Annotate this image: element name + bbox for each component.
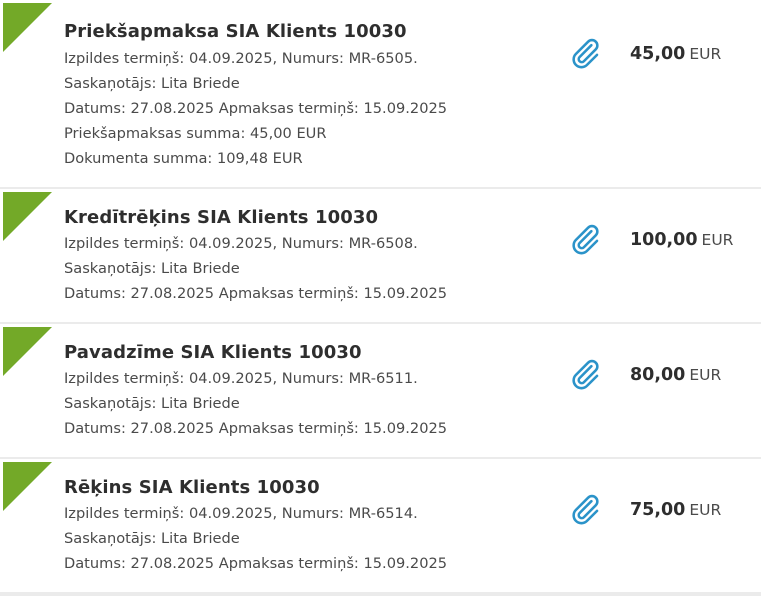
document-amount: 80,00 EUR <box>630 365 721 385</box>
paperclip-icon[interactable] <box>568 492 602 526</box>
paperclip-glyph <box>572 224 599 255</box>
status-corner-marker <box>3 192 52 241</box>
paperclip-glyph <box>572 494 599 525</box>
amount-value: 100,00 <box>630 230 698 250</box>
amount-value: 80,00 <box>630 365 686 385</box>
document-title[interactable]: Kredītrēķins SIA Klients 10030 <box>64 207 378 228</box>
document-amount: 45,00 EUR <box>630 44 721 64</box>
document-detail-approver: Saskaņotājs: Lita Briede <box>64 260 240 277</box>
document-detail-dates: Datums: 27.08.2025 Apmaksas termiņš: 15.… <box>64 100 448 117</box>
paperclip-icon[interactable] <box>568 357 602 391</box>
document-detail-prepayment-sum: Priekšapmaksas summa: 45,00 EUR <box>64 125 327 142</box>
document-detail-document-sum: Dokumenta summa: 109,48 EUR <box>64 150 303 167</box>
amount-currency: EUR <box>689 45 722 63</box>
document-detail-approver: Saskaņotājs: Lita Briede <box>64 395 240 412</box>
document-detail-due-number: Izpildes termiņš: 04.09.2025, Numurs: MR… <box>64 370 418 387</box>
status-corner-marker <box>3 3 52 52</box>
document-title[interactable]: Priekšapmaksa SIA Klients 10030 <box>64 21 407 42</box>
document-detail-due-number: Izpildes termiņš: 04.09.2025, Numurs: MR… <box>64 505 418 522</box>
paperclip-icon[interactable] <box>568 36 602 70</box>
document-item[interactable]: Pavadzīme SIA Klients 10030 Izpildes ter… <box>0 324 761 457</box>
amount-currency: EUR <box>689 501 722 519</box>
document-detail-approver: Saskaņotājs: Lita Briede <box>64 75 240 92</box>
paperclip-glyph <box>572 38 599 69</box>
document-item[interactable]: Priekšapmaksa SIA Klients 10030 Izpildes… <box>0 0 761 187</box>
amount-currency: EUR <box>701 231 734 249</box>
document-detail-approver: Saskaņotājs: Lita Briede <box>64 530 240 547</box>
document-amount: 100,00 EUR <box>630 230 733 250</box>
document-detail-due-number: Izpildes termiņš: 04.09.2025, Numurs: MR… <box>64 50 418 67</box>
amount-value: 45,00 <box>630 44 686 64</box>
document-amount: 75,00 EUR <box>630 500 721 520</box>
document-list: Priekšapmaksa SIA Klients 10030 Izpildes… <box>0 0 761 596</box>
status-corner-marker <box>3 462 52 511</box>
document-title[interactable]: Pavadzīme SIA Klients 10030 <box>64 342 362 363</box>
paperclip-icon[interactable] <box>568 222 602 256</box>
document-item[interactable]: Rēķins SIA Klients 10030 Izpildes termiņ… <box>0 459 761 592</box>
amount-currency: EUR <box>689 366 722 384</box>
document-detail-dates: Datums: 27.08.2025 Apmaksas termiņš: 15.… <box>64 555 448 572</box>
document-detail-dates: Datums: 27.08.2025 Apmaksas termiņš: 15.… <box>64 420 448 437</box>
status-corner-marker <box>3 327 52 376</box>
document-detail-due-number: Izpildes termiņš: 04.09.2025, Numurs: MR… <box>64 235 418 252</box>
document-title[interactable]: Rēķins SIA Klients 10030 <box>64 477 320 498</box>
amount-value: 75,00 <box>630 500 686 520</box>
document-item[interactable]: Kredītrēķins SIA Klients 10030 Izpildes … <box>0 189 761 322</box>
paperclip-glyph <box>572 359 599 390</box>
document-detail-dates: Datums: 27.08.2025 Apmaksas termiņš: 15.… <box>64 285 448 302</box>
